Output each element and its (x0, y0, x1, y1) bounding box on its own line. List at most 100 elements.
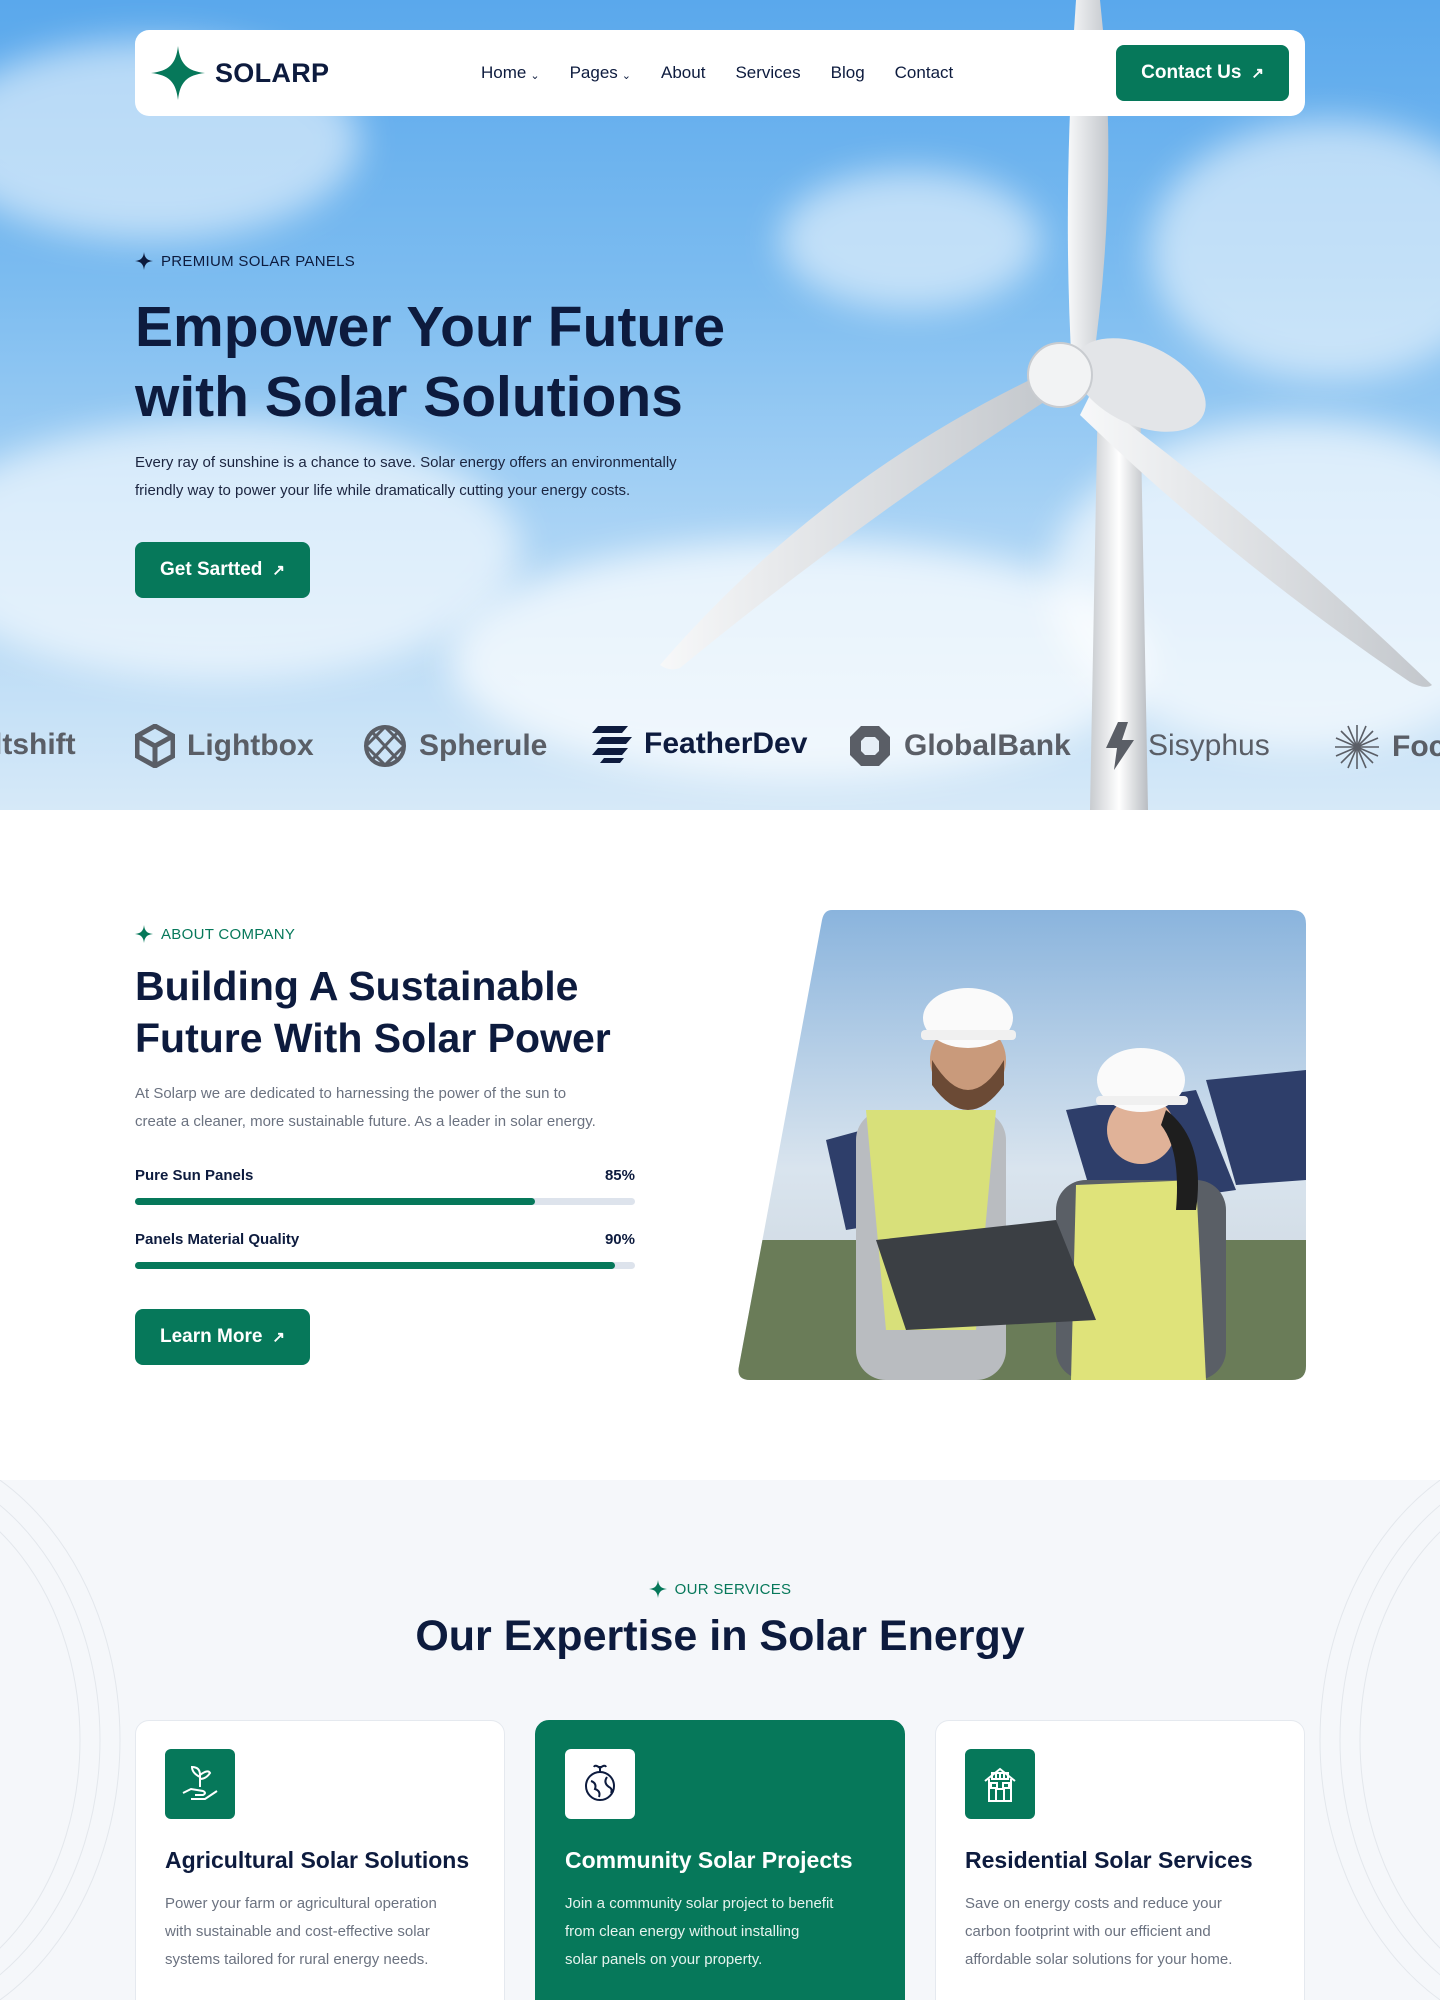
four-point-star-icon (135, 252, 153, 270)
skill-value: 90% (604, 1231, 635, 1248)
nav-link-blog[interactable]: Blog (831, 63, 865, 83)
nav-link-label: Blog (830, 63, 865, 82)
nav-link-about[interactable]: About (661, 63, 705, 83)
arrow-up-right-icon: ↗ (272, 1329, 285, 1346)
services-title: Our Expertise in Solar Energy (415, 1612, 1025, 1660)
services-section: OUR SERVICES Our Expertise in Solar Ener… (0, 1480, 1440, 2000)
plant-hand-icon (165, 1749, 235, 1819)
get-started-button[interactable]: Get Sartted ↗ (135, 542, 310, 598)
progress-track (135, 1198, 635, 1205)
four-point-star-icon (648, 1580, 667, 1598)
progress-fill (135, 1198, 535, 1205)
service-card[interactable]: Residential Solar Services Save on energ… (935, 1720, 1305, 2000)
brand-name: Sisyphus (1148, 729, 1270, 762)
nav-link-label: Services (735, 63, 801, 82)
about-title-line: Future With Solar Power (135, 1015, 611, 1061)
hero-title-line: with Solar Solutions (135, 365, 683, 429)
button-label: Learn More (160, 1326, 263, 1347)
chevron-down-icon: ⌄ (530, 69, 540, 82)
skill-label: Pure Sun Panels (135, 1167, 254, 1184)
card-title: Agricultural Solar Solutions (165, 1847, 470, 1873)
services-eyebrow: OUR SERVICES (0, 1580, 1440, 1598)
skill-label: Panels Material Quality (135, 1231, 300, 1248)
sphere-icon (363, 724, 407, 768)
starburst-icon (1335, 725, 1379, 769)
brand-name: ltshift (0, 728, 76, 761)
brand-logo-strip: ltshift Lightbox Spherule FeatherDev Glo… (0, 718, 1440, 778)
about-desc-line: create a cleaner, more sustainable futur… (135, 1113, 596, 1130)
hero-desc-line: Every ray of sunshine is a chance to sav… (135, 454, 677, 471)
nav-link-label: Contact (894, 63, 954, 82)
about-eyebrow: ABOUT COMPANY (135, 925, 295, 943)
nav-link-label: Pages (569, 63, 618, 82)
card-title: Community Solar Projects (565, 1847, 853, 1873)
chevron-down-icon: ⌄ (621, 69, 631, 82)
button-label: Get Sartted (160, 559, 263, 580)
card-desc-line: affordable solar solutions for your home… (965, 1951, 1233, 1968)
skill-progress: Panels Material Quality 90% (135, 1231, 635, 1269)
eyebrow-text: PREMIUM SOLAR PANELS (161, 252, 356, 270)
about-desc-line: At Solarp we are dedicated to harnessing… (135, 1085, 567, 1102)
service-card-active[interactable]: Community Solar Projects Join a communit… (535, 1720, 905, 2000)
nav-links: Home ⌄ Pages ⌄ About Services Blog Contact (481, 63, 953, 83)
button-label: Contact Us (1141, 62, 1242, 83)
contact-us-button[interactable]: Contact Us ↗ (1116, 45, 1289, 101)
hero-eyebrow: PREMIUM SOLAR PANELS (135, 252, 355, 270)
nav-link-label: Home (481, 63, 527, 82)
skill-progress: Pure Sun Panels 85% (135, 1167, 635, 1205)
nav-link-services[interactable]: Services (735, 63, 800, 83)
card-desc-line: Join a community solar project to benefi… (565, 1895, 834, 1912)
learn-more-button[interactable]: Learn More ↗ (135, 1309, 310, 1365)
card-description: Save on energy costs and reduce your car… (965, 1890, 1275, 1974)
brand-logo: Foc (1334, 724, 1440, 770)
hero-desc-line: friendly way to power your life while dr… (135, 482, 631, 499)
brand-name: FeatherDev (644, 727, 808, 760)
card-description: Join a community solar project to benefi… (565, 1890, 875, 1974)
four-point-star-icon (135, 925, 153, 943)
nav-link-contact[interactable]: Contact (895, 63, 954, 83)
card-title: Residential Solar Services (965, 1847, 1253, 1873)
hero-title-line: Empower Your Future (135, 295, 726, 359)
card-desc-line: with sustainable and cost-effective sola… (165, 1923, 430, 1940)
solar-house-icon (965, 1749, 1035, 1819)
feather-icon (592, 726, 632, 763)
navbar: SOLARP Home ⌄ Pages ⌄ About Services Blog … (135, 30, 1305, 116)
card-desc-line: Power your farm or agricultural operatio… (165, 1895, 437, 1912)
octagon-icon (850, 726, 890, 766)
logo[interactable]: SOLARP (151, 46, 451, 100)
progress-track (135, 1262, 635, 1269)
skill-value: 85% (604, 1167, 635, 1184)
logo-text: SOLARP (215, 57, 330, 88)
card-desc-line: carbon footprint with our efficient and (965, 1923, 1211, 1940)
brand-logo: FeatherDev (590, 724, 807, 764)
nav-link-label: About (661, 63, 706, 82)
brand-logo: ltshift (0, 728, 76, 762)
brand-name: Foc (1392, 730, 1440, 763)
brand-logo: Lightbox (135, 724, 314, 768)
brand-name: Lightbox (187, 729, 314, 762)
card-desc-line: systems tailored for rural energy needs. (165, 1951, 429, 1968)
arrow-up-right-icon: ↗ (1251, 65, 1264, 82)
progress-fill (135, 1262, 615, 1269)
about-title-line: Building A Sustainable (135, 963, 579, 1009)
nav-link-pages[interactable]: Pages ⌄ (570, 63, 631, 83)
card-desc-line: from clean energy without installing (565, 1923, 800, 1940)
eyebrow-text: OUR SERVICES (674, 1580, 792, 1598)
bolt-icon (1106, 722, 1134, 770)
nav-link-home[interactable]: Home ⌄ (481, 63, 540, 83)
brand-name: GlobalBank (904, 729, 1071, 762)
card-desc-line: Save on energy costs and reduce your (965, 1895, 1222, 1912)
card-description: Power your farm or agricultural operatio… (165, 1890, 475, 1974)
service-card[interactable]: Agricultural Solar Solutions Power your … (135, 1720, 505, 2000)
hero-title: Empower Your Future with Solar Solutions (135, 292, 835, 432)
hero-description: Every ray of sunshine is a chance to sav… (135, 449, 735, 505)
card-desc-line: solar panels on your property. (565, 1951, 763, 1968)
about-description: At Solarp we are dedicated to harnessing… (135, 1080, 655, 1136)
four-point-star-icon (151, 46, 205, 100)
hero-section: SOLARP Home ⌄ Pages ⌄ About Services Blog … (0, 0, 1440, 810)
brand-logo: Spherule (363, 724, 547, 768)
about-title: Building A Sustainable Future With Solar… (135, 960, 695, 1064)
solar-workers-photo (738, 910, 1306, 1380)
brand-logo: GlobalBank (848, 724, 1071, 768)
eco-globe-icon (565, 1749, 635, 1819)
